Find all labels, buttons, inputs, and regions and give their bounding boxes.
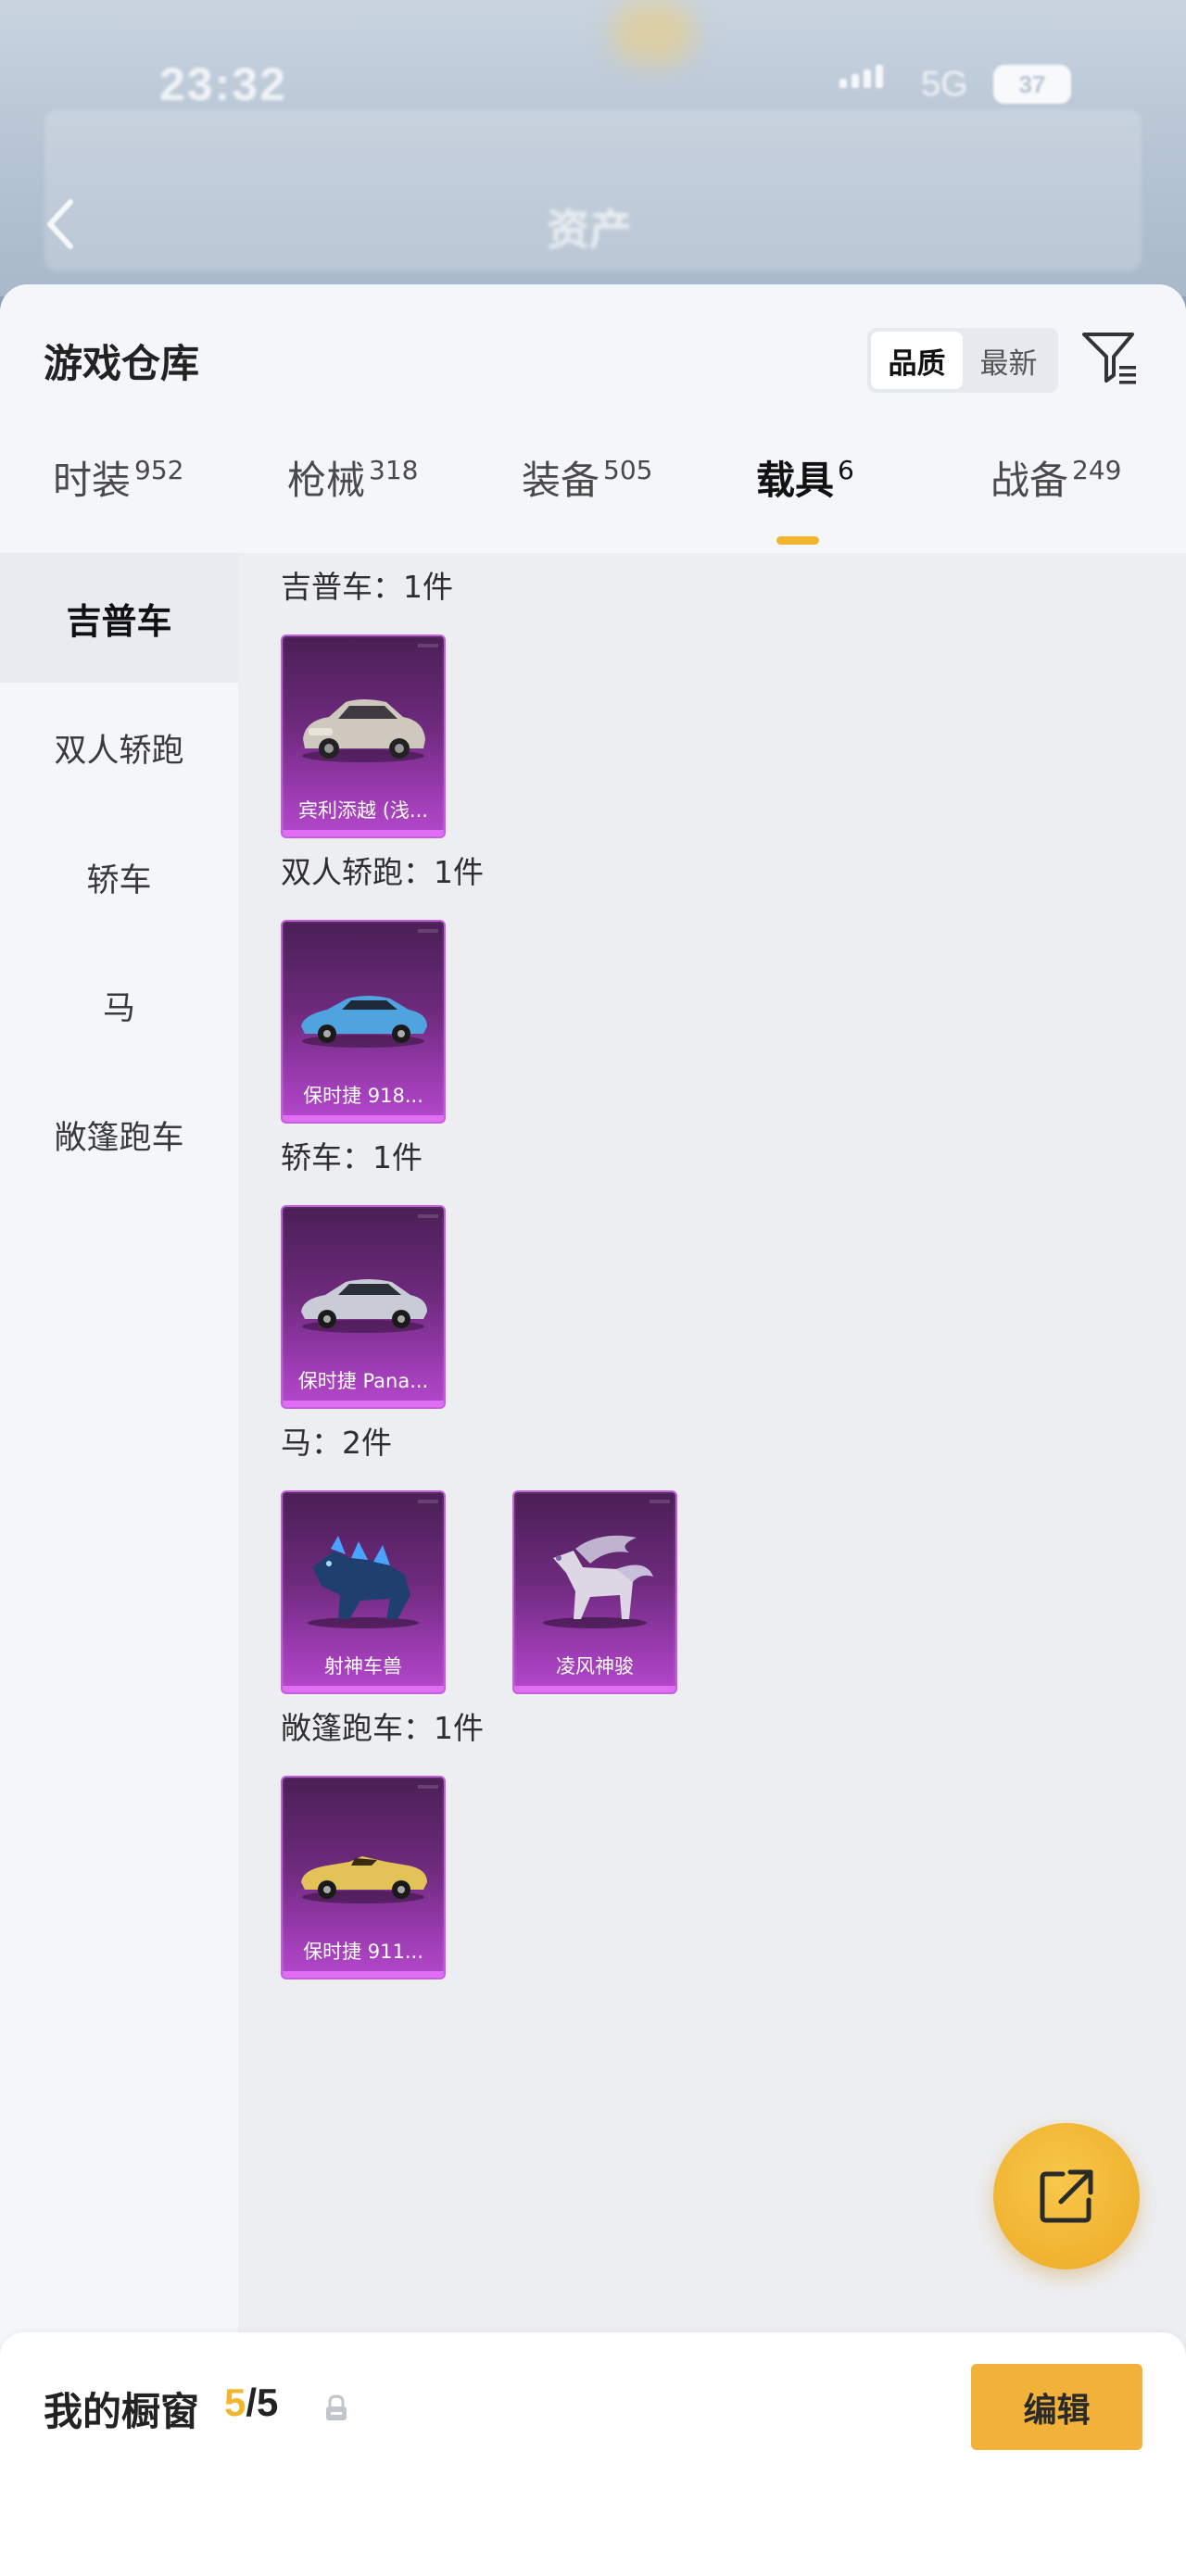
group-title: 敞篷跑车：1件	[281, 1710, 484, 1746]
status-time: 23:32	[159, 58, 287, 110]
tab-count: 505	[603, 455, 653, 485]
back-button[interactable]	[41, 196, 78, 252]
item-name: 凌风神骏	[556, 1655, 634, 1678]
battery-level: 37	[1018, 69, 1046, 98]
tab-fashion[interactable]: 时装 952	[53, 449, 183, 551]
category-sedan[interactable]: 轿车	[0, 812, 238, 942]
category-tabs: 时装 952 枪械 318 装备 505 载具 6 战备 249	[0, 449, 1186, 551]
edit-button[interactable]: 编辑	[971, 2364, 1142, 2450]
tab-equipment[interactable]: 装备 505	[522, 449, 652, 551]
signal-icon	[839, 65, 883, 88]
group-title: 双人轿跑：1件	[281, 854, 484, 890]
tab-label: 装备	[522, 458, 600, 503]
page-title: 资产	[547, 205, 632, 255]
tab-label: 载具	[756, 458, 835, 503]
card-corner-mark	[418, 1214, 438, 1218]
item-card[interactable]: 保时捷 918...	[281, 920, 446, 1124]
card-corner-mark	[650, 1500, 670, 1503]
tab-firearms[interactable]: 枪械 318	[287, 449, 418, 551]
category-jeep[interactable]: 吉普车	[0, 553, 238, 683]
category-horse[interactable]: 马	[0, 940, 238, 1070]
category-convertible[interactable]: 敞篷跑车	[0, 1070, 238, 1200]
group-title: 吉普车：1件	[281, 569, 453, 605]
status-header-backdrop: 23:32 5G 37 资产	[0, 0, 1186, 296]
tab-count: 318	[369, 455, 419, 485]
showcase-bar: 我的橱窗 5/5 编辑	[0, 2332, 1186, 2576]
sort-toggle: 品质 最新	[867, 328, 1058, 393]
convertible-gold-image	[283, 1803, 444, 1929]
battery-icon: 37	[993, 65, 1071, 104]
active-tab-indicator	[776, 536, 819, 545]
item-name: 保时捷 918...	[303, 1085, 423, 1107]
avatar-glow	[612, 0, 695, 65]
warehouse-header: 游戏仓库 品质 最新 时装 952 枪械 318 装备 505 载具 6 战备 …	[0, 284, 1186, 553]
filter-icon	[1082, 333, 1136, 384]
item-name: 射神车兽	[324, 1655, 402, 1678]
share-button[interactable]	[993, 2123, 1140, 2269]
horse-white-image	[514, 1518, 675, 1643]
chevron-left-icon	[47, 199, 73, 249]
tab-count: 249	[1072, 455, 1122, 485]
item-name: 保时捷 911...	[303, 1941, 423, 1963]
tab-label: 枪械	[287, 458, 366, 503]
filter-button[interactable]	[1077, 323, 1143, 394]
card-corner-mark	[418, 929, 438, 933]
coupe-blue-image	[283, 948, 444, 1073]
suv-silver-image	[283, 662, 444, 787]
tab-battle-gear[interactable]: 战备 249	[990, 449, 1121, 551]
warehouse-title: 游戏仓库	[44, 341, 200, 386]
sedan-silver-image	[283, 1233, 444, 1358]
card-corner-mark	[418, 644, 438, 647]
share-external-icon	[1040, 2169, 1093, 2223]
lock-icon	[322, 2394, 350, 2423]
item-card[interactable]: 凌风神骏	[512, 1490, 677, 1694]
warehouse-sheet: 游戏仓库 品质 最新 时装 952 枪械 318 装备 505 载具 6 战备 …	[0, 284, 1186, 2576]
sort-newest-option[interactable]: 最新	[963, 332, 1054, 389]
item-card[interactable]: 保时捷 911...	[281, 1776, 446, 1979]
network-type: 5G	[921, 65, 968, 104]
showcase-label: 我的橱窗	[44, 2389, 200, 2434]
card-corner-mark	[418, 1500, 438, 1503]
vehicle-category-nav: 吉普车 双人轿跑 轿车 马 敞篷跑车	[0, 553, 238, 2576]
vehicle-content: 吉普车：1件 宾利添越 (浅... 双人轿跑：1件 保时捷 918... 轿车：…	[238, 553, 1186, 2576]
card-corner-mark	[418, 1785, 438, 1789]
showcase-total: /5	[246, 2381, 279, 2424]
tab-label: 战备	[990, 458, 1069, 503]
item-name: 保时捷 Pana...	[297, 1370, 429, 1392]
item-card[interactable]: 宾利添越 (浅...	[281, 635, 446, 838]
showcase-current: 5	[224, 2381, 246, 2424]
tab-count: 952	[134, 455, 184, 485]
group-title: 马：2件	[281, 1425, 392, 1461]
item-card[interactable]: 射神车兽	[281, 1490, 446, 1694]
tab-count: 6	[838, 455, 854, 485]
item-name: 宾利添越 (浅...	[298, 799, 428, 822]
sort-quality-option[interactable]: 品质	[871, 332, 963, 389]
item-card[interactable]: 保时捷 Pana...	[281, 1205, 446, 1409]
beast-blue-image	[283, 1518, 444, 1643]
tab-label: 时装	[53, 458, 132, 503]
showcase-count: 5/5	[224, 2381, 278, 2425]
group-title: 轿车：1件	[281, 1139, 423, 1175]
category-coupe[interactable]: 双人轿跑	[0, 683, 238, 812]
